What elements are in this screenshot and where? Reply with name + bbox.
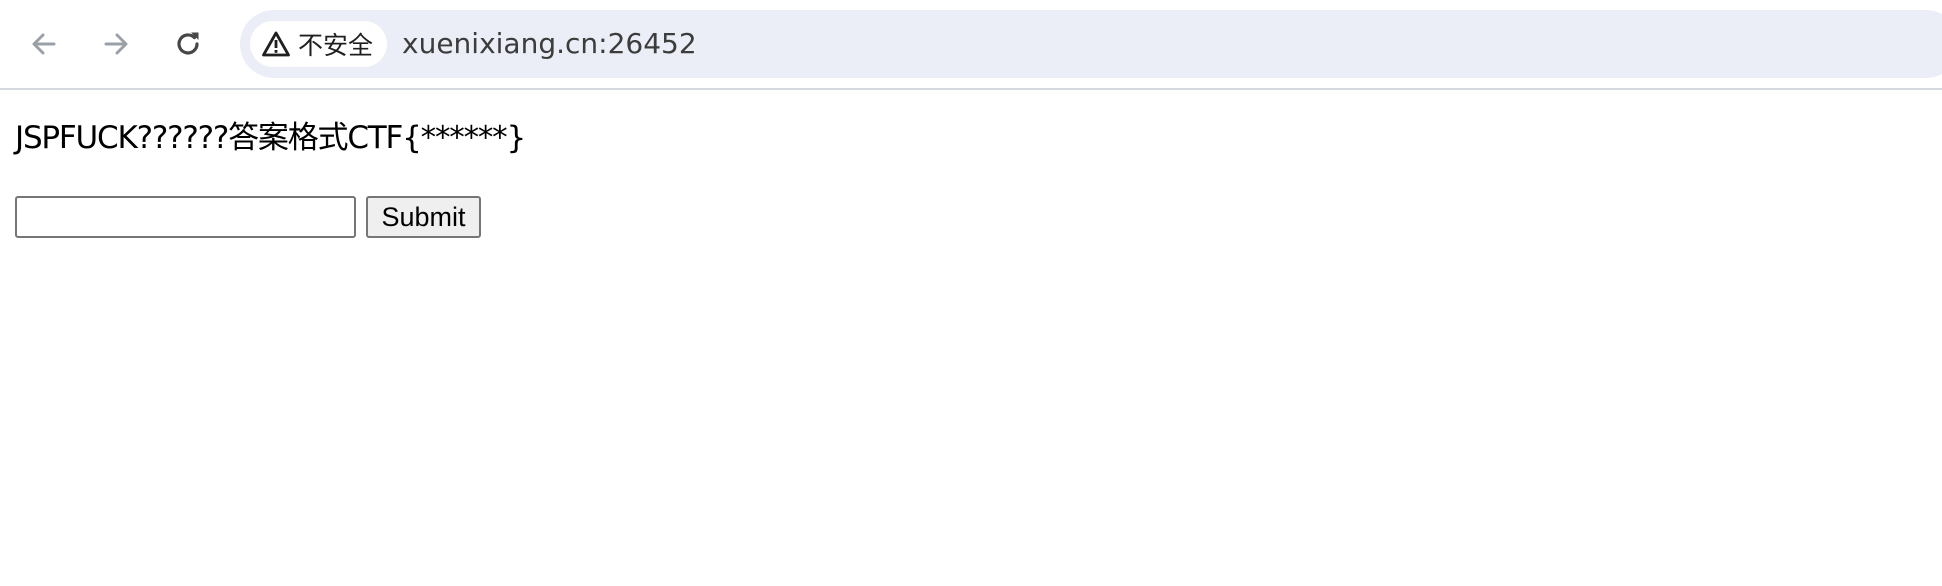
challenge-heading: JSPFUCK??????答案格式CTF{******} [15, 120, 526, 156]
submit-button[interactable]: Submit [366, 196, 481, 238]
warning-triangle-icon [262, 31, 290, 57]
security-label: 不安全 [298, 31, 374, 60]
forward-button[interactable] [92, 20, 140, 68]
answer-input[interactable] [15, 196, 356, 238]
arrow-right-icon [104, 33, 128, 55]
url-text[interactable]: xuenixiang.cn:26452 [402, 10, 697, 78]
reload-button[interactable] [164, 20, 212, 68]
arrow-left-icon [32, 33, 56, 55]
page-content: JSPFUCK??????答案格式CTF{******} Submit [0, 92, 1942, 586]
back-button[interactable] [20, 20, 68, 68]
reload-icon [177, 32, 199, 55]
browser-toolbar: 不安全 xuenixiang.cn:26452 [0, 0, 1942, 90]
address-bar[interactable]: 不安全 xuenixiang.cn:26452 [240, 10, 1942, 78]
answer-form: Submit [15, 196, 481, 238]
security-indicator[interactable]: 不安全 [250, 21, 388, 67]
